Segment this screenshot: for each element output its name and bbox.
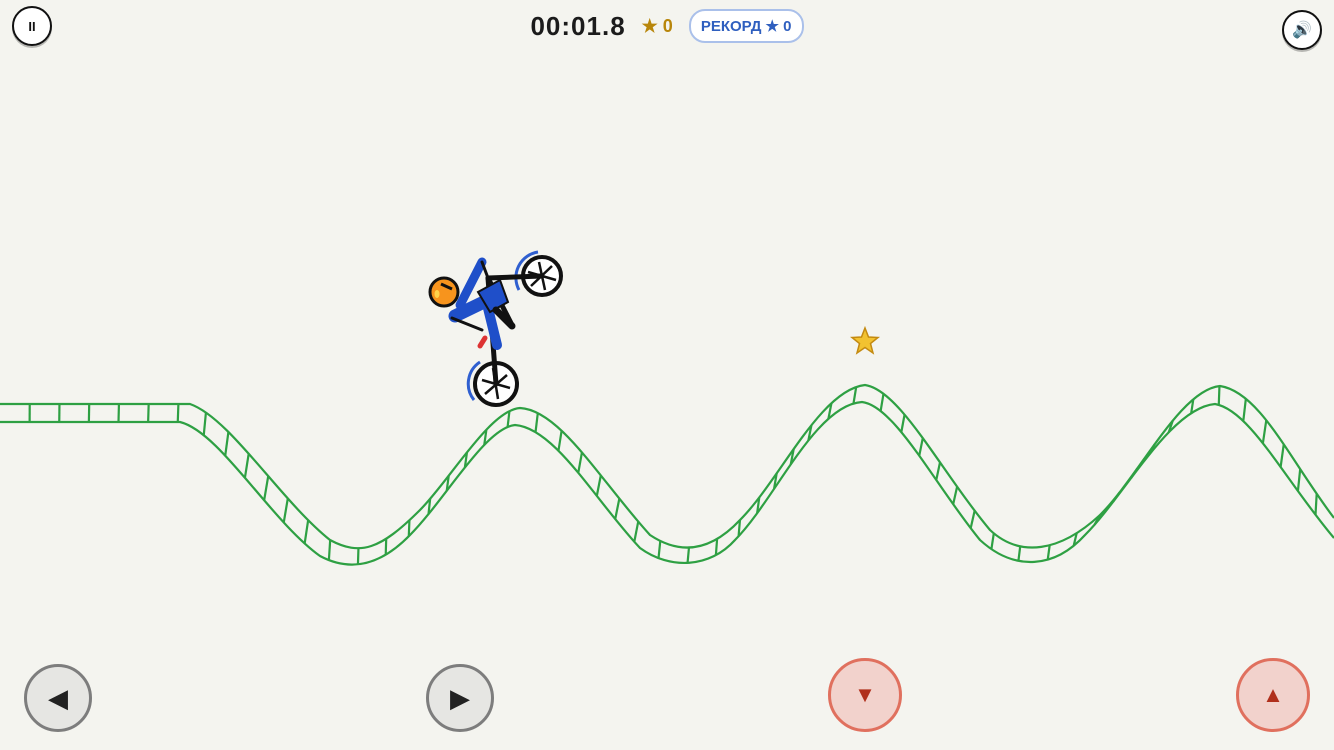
track-tie [1242, 398, 1247, 422]
track-tie [407, 520, 411, 537]
track-top-rail [0, 383, 1334, 550]
track-tie [969, 510, 976, 529]
track-tie [1296, 468, 1302, 492]
track-tie [1017, 546, 1022, 561]
lean-back-button[interactable]: ◀ [24, 664, 92, 732]
track-tie [1217, 386, 1221, 405]
track-tie [935, 462, 942, 481]
track-tie [1314, 493, 1318, 515]
track-tie [147, 403, 150, 423]
star-icon[interactable] [849, 325, 881, 355]
track-tie [577, 452, 584, 473]
track-tie [303, 519, 310, 544]
track-tie [737, 519, 742, 537]
arrow-up-icon: ▲ [1262, 682, 1284, 707]
track-tie [1261, 420, 1268, 444]
helmet-icon [428, 276, 460, 308]
track-tie [327, 540, 332, 561]
track-tie [614, 498, 621, 520]
track-tie [1046, 545, 1051, 560]
track-tie [243, 453, 250, 478]
track-tie [202, 412, 208, 436]
track-tie [879, 393, 885, 412]
track-tie [1112, 491, 1121, 503]
track-tie [1130, 467, 1139, 479]
track-tie [686, 547, 691, 563]
track-tie [900, 414, 906, 433]
track-tie [918, 437, 924, 456]
gas-button[interactable]: ▲ [1236, 658, 1310, 732]
track-tie [224, 431, 230, 456]
bike-rider [428, 250, 563, 407]
track-tie [1279, 444, 1285, 468]
track-tie [714, 538, 719, 556]
track-tie [534, 412, 539, 433]
arrow-left-icon: ◀ [48, 682, 68, 713]
track-tie [557, 430, 563, 451]
track-tie [852, 386, 858, 404]
track-tie [633, 521, 640, 542]
track-tie [952, 486, 959, 505]
track-tie [263, 475, 270, 501]
track [0, 383, 1334, 566]
track-tie [506, 411, 511, 428]
track-tie [356, 548, 360, 565]
track-tie [282, 498, 289, 523]
track-bottom-rail [0, 400, 1334, 566]
track-tie [657, 540, 662, 559]
game-scene [0, 250, 1334, 566]
rider [448, 257, 516, 350]
front-wheel [514, 250, 563, 297]
track-tie [176, 403, 180, 423]
track-tie [990, 533, 995, 550]
track-ties [28, 386, 1318, 565]
lean-forward-button[interactable]: ▶ [426, 664, 494, 732]
arrow-right-icon: ▶ [450, 682, 470, 713]
brake-button[interactable]: ▼ [828, 658, 902, 732]
track-tie [595, 475, 602, 497]
arrow-down-icon: ▼ [854, 682, 876, 707]
